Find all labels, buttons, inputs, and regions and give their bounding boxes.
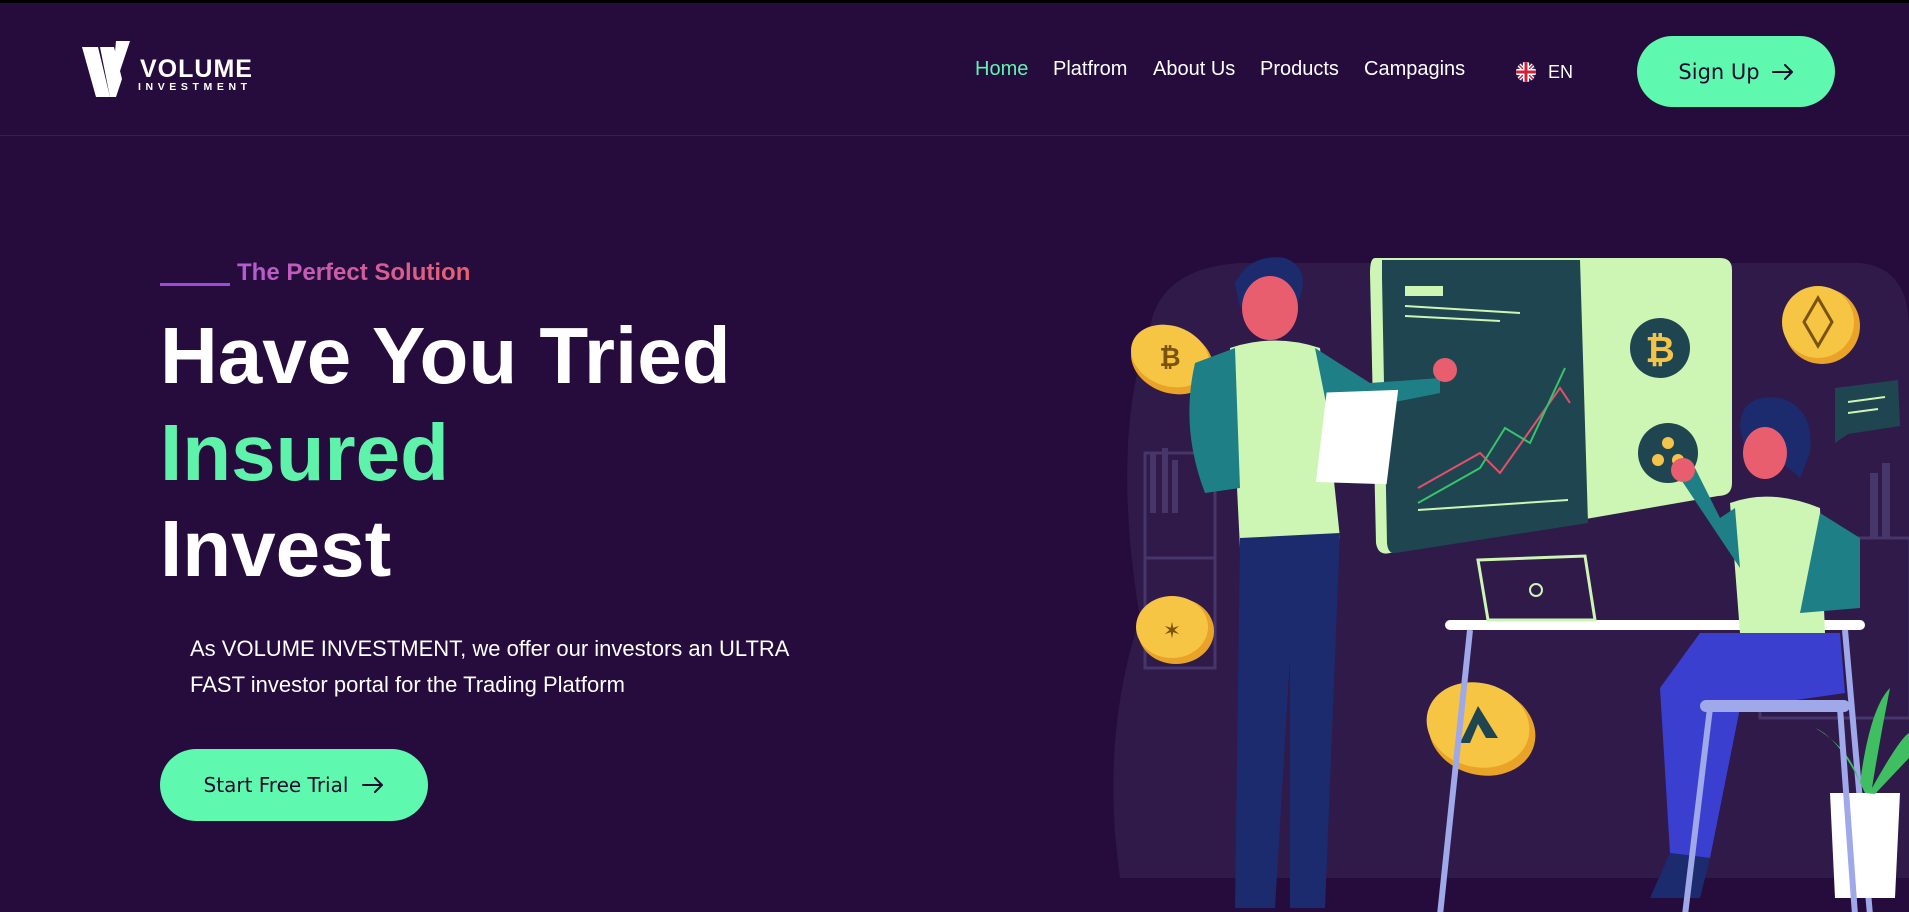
hero-eyebrow: The Perfect Solution [237,259,471,286]
svg-text:✶: ✶ [1163,619,1181,644]
hero-illustration: ₿ ₿ ✶ [1113,257,1909,912]
eyebrow-divider [160,283,230,286]
nav-item-platform[interactable]: Platfrom [1053,58,1127,81]
language-selector[interactable]: EN [1516,61,1573,83]
svg-text:₿: ₿ [1159,343,1180,373]
brand-logo[interactable]: VOLUME INVESTMENT [80,41,270,99]
logo-v-icon [82,41,130,97]
nav-item-home[interactable]: Home [975,58,1028,81]
brand-subname: INVESTMENT [138,81,252,93]
hero-description: As VOLUME INVESTMENT, we offer our inves… [190,636,789,697]
headline-line-1: Have You Tried [160,311,731,400]
arrow-right-icon [362,777,384,793]
site-header: VOLUME INVESTMENT Home Platfrom About Us… [0,3,1909,136]
svg-text:₿: ₿ [1645,330,1674,371]
brand-name: VOLUME [140,55,253,83]
headline-line-3: Invest [160,504,392,593]
language-label: EN [1548,61,1574,82]
headline-line-2: Insured [160,408,449,497]
nav-item-campaigns[interactable]: Campagins [1364,58,1465,81]
sign-up-label: Sign Up [1678,59,1760,84]
arrow-right-icon [1771,63,1793,80]
nav-item-about-us[interactable]: About Us [1153,58,1235,81]
start-free-trial-button[interactable]: Start Free Trial [160,749,428,821]
uk-flag-icon [1516,62,1536,82]
sign-up-button[interactable]: Sign Up [1637,36,1835,107]
start-free-trial-label: Start Free Trial [203,773,349,797]
nav-item-products[interactable]: Products [1260,58,1339,81]
